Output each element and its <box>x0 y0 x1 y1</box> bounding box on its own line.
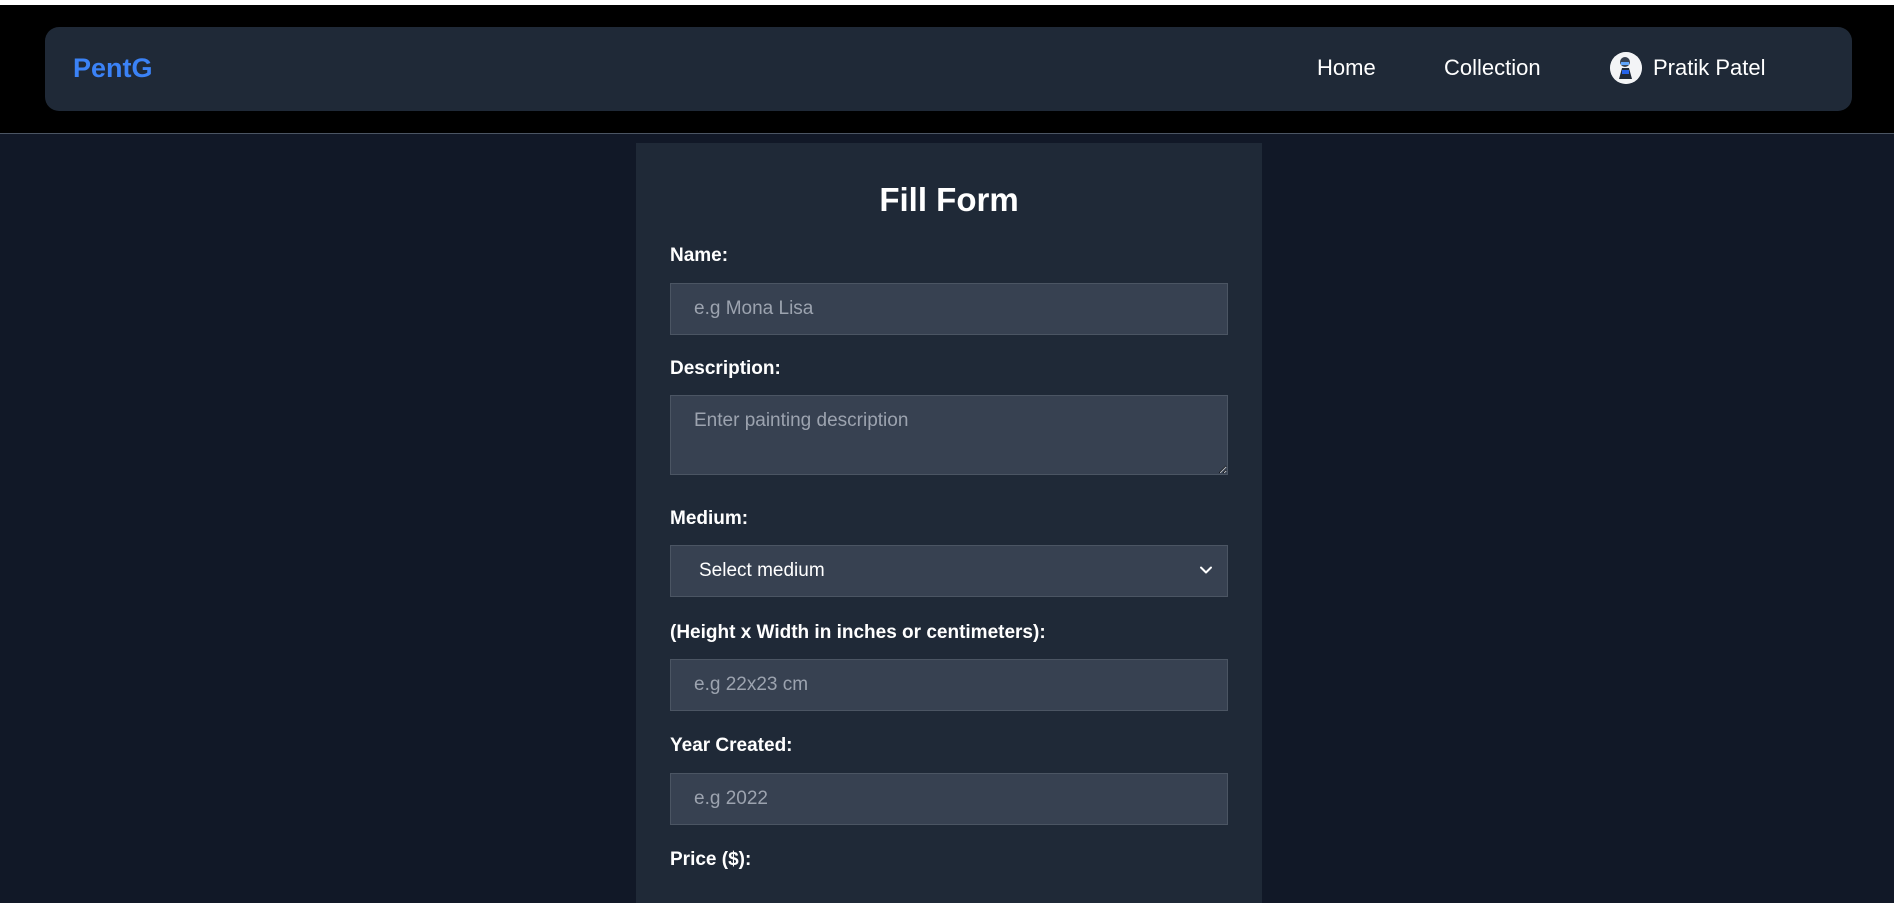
nav-collection-link[interactable]: Collection <box>1444 55 1541 81</box>
year-label: Year Created: <box>670 735 793 756</box>
medium-select[interactable]: Select medium <box>670 545 1228 597</box>
painting-form: Fill Form Name: Description: Medium: Sel… <box>636 143 1262 903</box>
nav-home-link[interactable]: Home <box>1317 55 1376 81</box>
medium-select-value: Select medium <box>699 560 825 581</box>
navbar: PentG Home Collection Pratik Patel <box>45 27 1852 111</box>
description-textarea[interactable] <box>670 395 1228 475</box>
price-label: Price ($): <box>670 849 752 870</box>
dimensions-label: (Height x Width in inches or centimeters… <box>670 622 1046 643</box>
user-name: Pratik Patel <box>1653 55 1766 80</box>
medium-label: Medium: <box>670 508 749 529</box>
year-input[interactable] <box>670 773 1228 825</box>
form-title: Fill Form <box>879 181 1019 218</box>
top-header: PentG Home Collection Pratik Patel <box>0 0 1894 134</box>
name-label: Name: <box>670 245 729 266</box>
name-input[interactable] <box>670 283 1228 335</box>
dimensions-input[interactable] <box>670 659 1228 711</box>
user-avatar-icon <box>1610 52 1642 84</box>
brand-logo[interactable]: PentG <box>73 53 153 84</box>
description-label: Description: <box>670 358 781 379</box>
chevron-down-icon <box>1200 566 1212 574</box>
user-menu[interactable]: Pratik Patel <box>1610 50 1766 86</box>
